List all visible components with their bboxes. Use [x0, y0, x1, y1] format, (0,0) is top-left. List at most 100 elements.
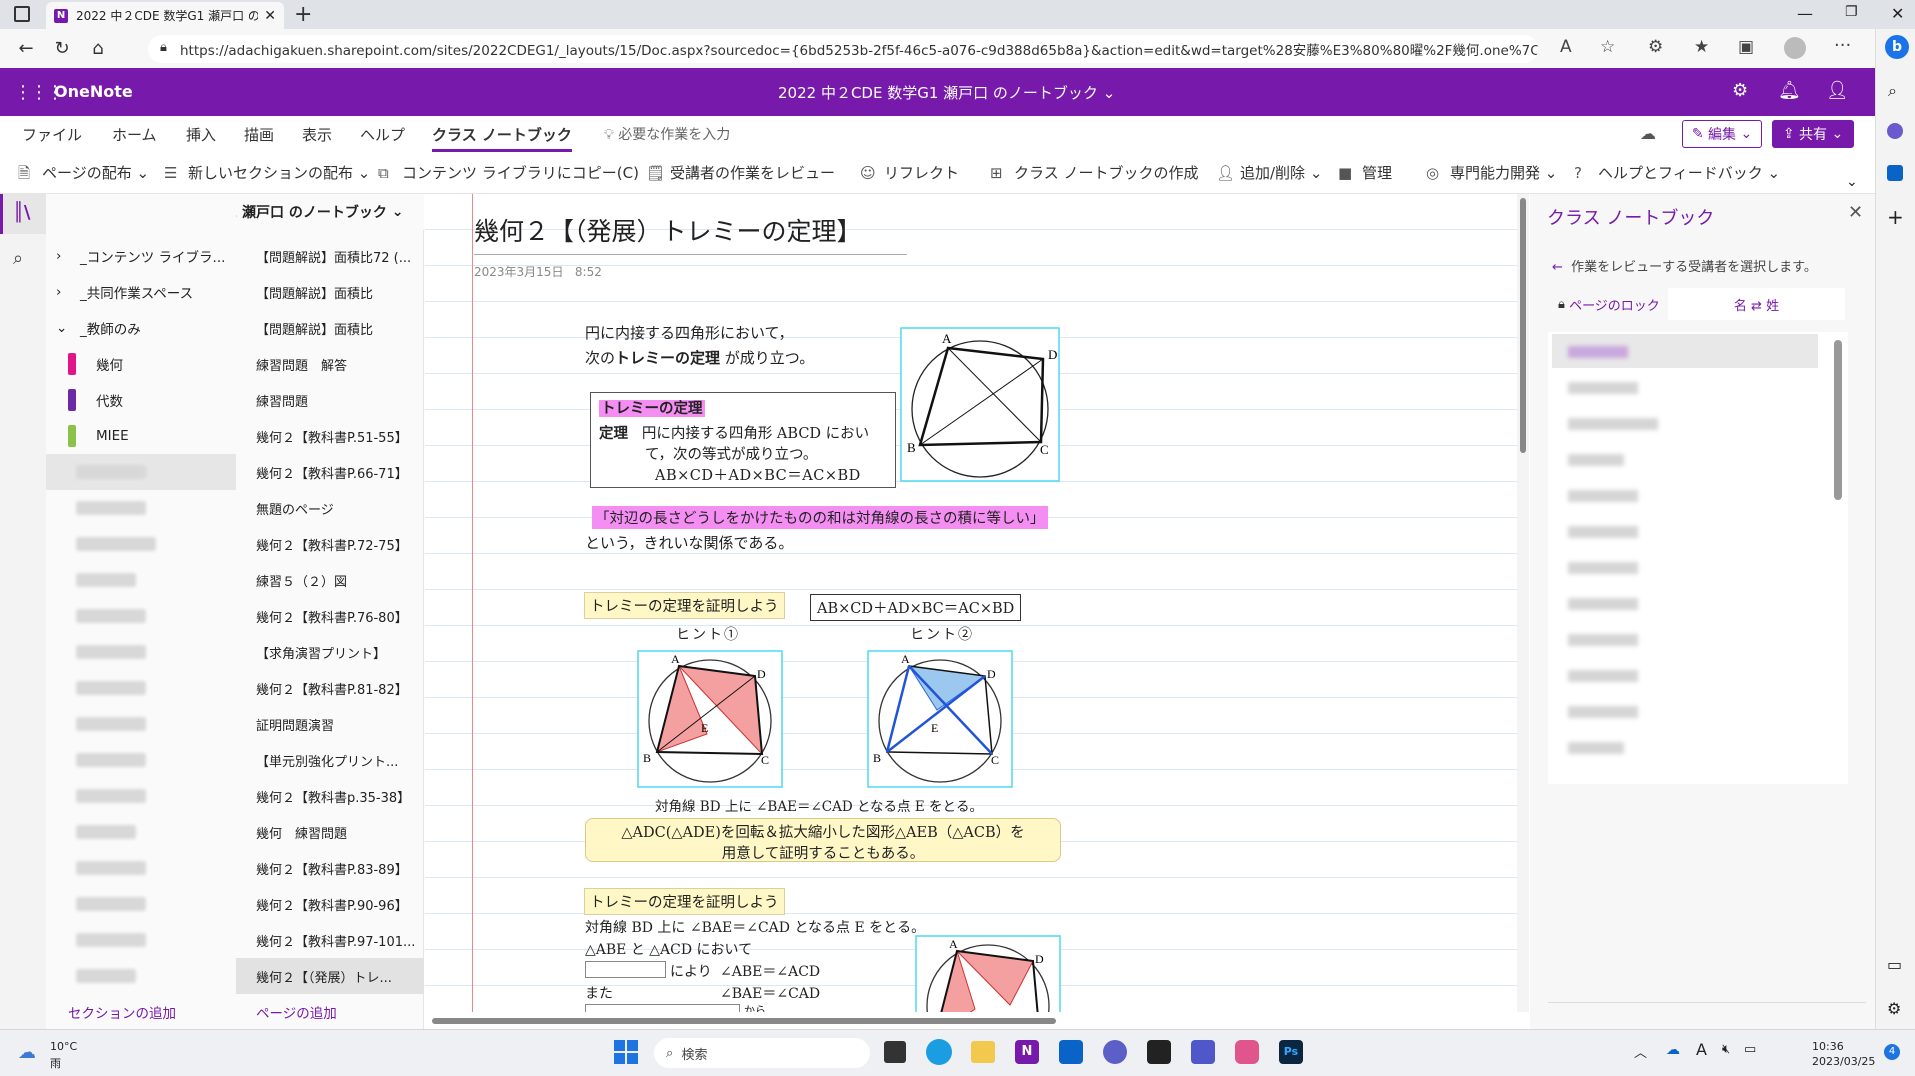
- student-entry[interactable]: [1568, 454, 1624, 466]
- student-entry[interactable]: [1568, 706, 1638, 718]
- read-aloud-icon[interactable]: A: [1560, 37, 1572, 57]
- page-item[interactable]: 無題のページ: [236, 490, 424, 526]
- new-tab-icon[interactable]: +: [294, 2, 312, 27]
- tab-file[interactable]: ファイル: [22, 124, 82, 145]
- section-group-teacher-only[interactable]: ⌄ _教師のみ: [46, 310, 236, 346]
- taskbar-search-box[interactable]: ⌕ 検索: [654, 1038, 870, 1068]
- maximize-icon[interactable]: ❐: [1845, 4, 1858, 20]
- photoshop-app-icon[interactable]: Ps: [1279, 1040, 1303, 1064]
- edit-button[interactable]: ✎ 編集 ⌄: [1682, 120, 1762, 148]
- home-icon[interactable]: ⌂: [80, 33, 116, 65]
- clock-time[interactable]: 10:36: [1812, 1040, 1844, 1053]
- volume-icon[interactable]: 🔇︎: [1722, 1042, 1730, 1057]
- url-input[interactable]: 🔒︎ https://adachigakuen.sharepoint.com/s…: [148, 35, 1538, 63]
- section-group-content-library[interactable]: › _コンテンツ ライブラ...: [46, 238, 236, 274]
- page-item[interactable]: 【問題解説】面積比72 (...: [236, 238, 424, 274]
- student-section[interactable]: [46, 886, 236, 922]
- page-item-selected[interactable]: 幾何２【（発展）トレ...: [236, 958, 424, 994]
- student-entry[interactable]: [1568, 634, 1638, 646]
- sticky-notes-icon[interactable]: [1147, 1040, 1171, 1064]
- student-section[interactable]: [46, 850, 236, 886]
- student-section[interactable]: [46, 922, 236, 958]
- student-section[interactable]: [46, 562, 236, 598]
- professional-dev-button[interactable]: ◎ 専門能力開発 ⌄: [1426, 162, 1557, 183]
- close-panel-icon[interactable]: ✕: [1848, 202, 1863, 223]
- camera-app-icon[interactable]: [1235, 1040, 1259, 1064]
- student-section[interactable]: [46, 634, 236, 670]
- notebook-title[interactable]: 2022 中２CDE 数学G1 瀬戸口 のノートブック ⌄: [778, 82, 1115, 103]
- account-icon[interactable]: 👤︎: [1826, 80, 1849, 101]
- notification-badge[interactable]: 4: [1884, 1044, 1900, 1060]
- onedrive-icon[interactable]: ☁: [1666, 1042, 1680, 1058]
- section-algebra[interactable]: 代数: [46, 382, 236, 418]
- settings-icon[interactable]: ⚙: [1732, 80, 1748, 101]
- proof-blank-2[interactable]: [585, 1004, 740, 1012]
- lock-icon[interactable]: 🔒︎: [160, 40, 167, 55]
- tab-draw[interactable]: 描画: [244, 124, 274, 145]
- teams-app-icon[interactable]: [1191, 1040, 1215, 1064]
- manage-button[interactable]: ■ 管理: [1338, 162, 1392, 183]
- edge-app-icon[interactable]: [926, 1039, 952, 1065]
- distribute-section-button[interactable]: ☰ 新しいセクションの配布 ⌄: [164, 162, 370, 183]
- page-item[interactable]: 幾何２【教科書P.97-101...: [236, 922, 424, 958]
- hint-2-diagram[interactable]: A D B C E: [867, 650, 1013, 788]
- tab-view[interactable]: 表示: [302, 124, 332, 145]
- page-item[interactable]: 幾何２【教科書P.90-96】: [236, 886, 424, 922]
- proof-blank-1[interactable]: [585, 961, 666, 978]
- cyclic-quadrilateral-diagram[interactable]: A D B C: [900, 327, 1060, 482]
- sort-name-button[interactable]: 名 ⇄ 姓: [1668, 288, 1845, 320]
- tab-class-notebook[interactable]: クラス ノートブック: [432, 124, 572, 152]
- tab-actions-icon[interactable]: [14, 6, 30, 22]
- add-section-button[interactable]: セクションの追加: [68, 1002, 176, 1022]
- proof-diagram[interactable]: A D: [915, 935, 1061, 1012]
- student-entry[interactable]: [1568, 526, 1638, 538]
- page-item[interactable]: 証明問題演習: [236, 706, 424, 742]
- add-sidebar-icon[interactable]: +: [1887, 205, 1904, 229]
- student-entry[interactable]: [1568, 418, 1658, 430]
- student-section[interactable]: [46, 598, 236, 634]
- page-item[interactable]: 幾何２【教科書p.35-38】: [236, 778, 424, 814]
- help-feedback-button[interactable]: ? ヘルプとフィードバック ⌄: [1574, 162, 1780, 183]
- tell-me-box[interactable]: 💡︎ 必要な作業を入力: [604, 124, 730, 144]
- onenote-app-icon[interactable]: N: [1015, 1040, 1039, 1064]
- distribute-page-button[interactable]: 🗎︎ ページの配布 ⌄: [18, 162, 149, 188]
- add-page-button[interactable]: ページの追加: [256, 1002, 337, 1022]
- student-section[interactable]: [46, 526, 236, 562]
- notebooks-icon[interactable]: ║\: [13, 202, 30, 223]
- share-button[interactable]: ⇪ 共有 ⌄: [1772, 120, 1854, 148]
- section-group-collab[interactable]: › _共同作業スペース: [46, 274, 236, 310]
- weather-text[interactable]: 雨: [50, 1055, 61, 1071]
- student-entry[interactable]: [1568, 490, 1638, 502]
- outlook-icon[interactable]: [1887, 165, 1903, 181]
- student-entry[interactable]: [1568, 562, 1638, 574]
- student-entry[interactable]: [1568, 598, 1638, 610]
- tab-home[interactable]: ホーム: [112, 124, 157, 145]
- search-icon[interactable]: ⌕: [1888, 81, 1897, 101]
- hint-1-diagram[interactable]: A D B C E: [637, 650, 783, 788]
- page-title[interactable]: 幾何２【（発展）トレミーの定理】: [474, 212, 862, 248]
- page-item[interactable]: 幾何 練習問題: [236, 814, 424, 850]
- profile-avatar[interactable]: [1784, 37, 1806, 59]
- page-item[interactable]: 【問題解説】面積比: [236, 310, 424, 346]
- notifications-icon[interactable]: 🔔︎: [1778, 80, 1801, 101]
- clock-date[interactable]: 2023/03/25: [1812, 1055, 1875, 1068]
- student-list[interactable]: [1548, 332, 1848, 784]
- vertical-scrollbar[interactable]: [1517, 194, 1529, 1012]
- section-geometry[interactable]: 幾何: [46, 346, 236, 382]
- file-explorer-icon[interactable]: [971, 1041, 995, 1063]
- bing-chat-icon[interactable]: b: [1885, 35, 1909, 59]
- sidebar-layout-icon[interactable]: ▭: [1887, 955, 1902, 974]
- sync-icon[interactable]: ☁: [1640, 124, 1656, 143]
- weather-icon[interactable]: ☁: [18, 1042, 36, 1063]
- close-tab-icon[interactable]: ✕: [264, 8, 276, 24]
- outlook-app-icon[interactable]: [1059, 1040, 1083, 1064]
- browser-tab[interactable]: N 2022 中２CDE 数学G1 瀬戸口 の ✕: [46, 2, 284, 29]
- student-section[interactable]: [46, 706, 236, 742]
- copy-content-library-button[interactable]: ⧉ コンテンツ ライブラリにコピー(C): [378, 162, 639, 183]
- page-item[interactable]: 幾何２【教科書P.51-55】: [236, 418, 424, 454]
- task-view-icon[interactable]: [884, 1041, 906, 1063]
- tray-chevron-icon[interactable]: ︿: [1634, 1042, 1647, 1061]
- tab-insert[interactable]: 挿入: [186, 124, 216, 145]
- page-item[interactable]: 【求角演習プリント】: [236, 634, 424, 670]
- page-item[interactable]: 幾何２【教科書P.76-80】: [236, 598, 424, 634]
